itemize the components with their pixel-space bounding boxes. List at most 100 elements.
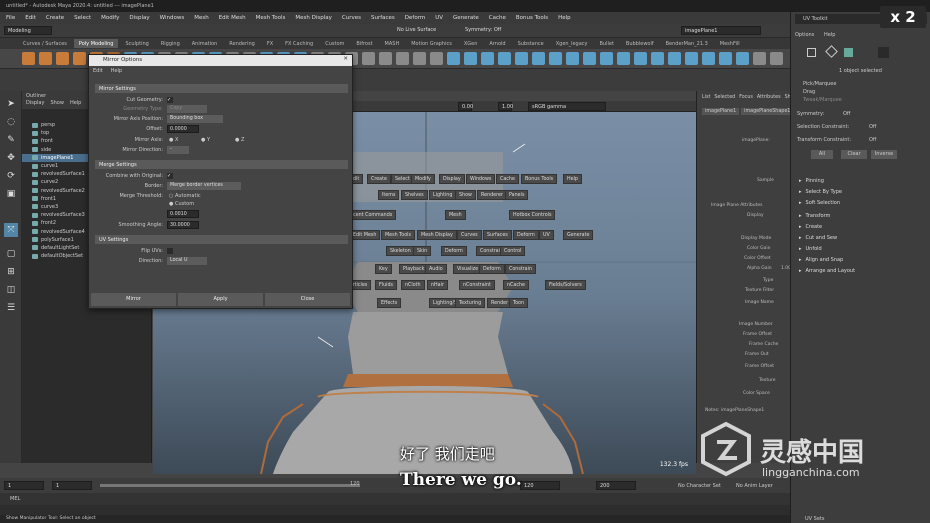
menu-bonus-tools[interactable]: Bonus Tools	[516, 15, 548, 21]
shelf-tool-icon[interactable]	[464, 52, 477, 65]
uv-settings-header[interactable]: UV Settings	[95, 235, 348, 244]
layout-single-icon[interactable]: ▢	[4, 247, 18, 261]
cut-geometry-checkbox[interactable]: ✓	[167, 97, 173, 103]
marking-menu-item[interactable]: Mesh Tools	[381, 230, 415, 240]
uv-section[interactable]: ▸ Cut and Sew	[799, 233, 923, 243]
shelf-tool-icon[interactable]	[532, 52, 545, 65]
shelf-tool-icon[interactable]	[56, 52, 69, 65]
shelf-tool-icon[interactable]	[600, 52, 613, 65]
uv-section[interactable]: ▸ Create	[799, 222, 923, 232]
shelf-tool-icon[interactable]	[396, 52, 409, 65]
marking-menu-item[interactable]: Skin	[413, 246, 432, 256]
shelf-tab[interactable]: Rendering	[224, 39, 260, 48]
gamma-dropdown[interactable]: sRGB gamma	[528, 102, 606, 111]
menu-generate[interactable]: Generate	[453, 15, 479, 21]
paint-tool-icon[interactable]: ✎	[4, 133, 18, 147]
shelf-tool-icon[interactable]	[498, 52, 511, 65]
menu-deform[interactable]: Deform	[405, 15, 425, 21]
uv-settings-icon[interactable]	[878, 47, 889, 58]
uv-shell-mode-icon[interactable]	[844, 48, 853, 57]
shelf-tool-icon[interactable]	[73, 52, 86, 65]
marking-menu-item[interactable]: Texturing	[455, 298, 486, 308]
marking-menu-item[interactable]: Toon	[509, 298, 529, 308]
marking-menu-item[interactable]: Create	[367, 174, 391, 184]
menu-modify[interactable]: Modify	[101, 15, 119, 21]
uv-section[interactable]: ▸ Select By Type	[799, 187, 923, 197]
menu-display[interactable]: Display	[129, 15, 149, 21]
marking-menu-item[interactable]: nHair	[427, 280, 448, 290]
uv-drag[interactable]: Drag	[803, 89, 815, 95]
uv-section[interactable]: ▸ Pinning	[799, 176, 923, 186]
shelf-tab[interactable]: Curves / Surfaces	[18, 39, 72, 48]
command-line[interactable]: MEL	[0, 493, 790, 505]
marking-menu-item[interactable]: Renderer	[477, 190, 507, 200]
uv-menu-options[interactable]: Options	[795, 32, 814, 38]
menu-uv[interactable]: UV	[435, 15, 443, 21]
marking-menu-item[interactable]: Help	[563, 174, 582, 184]
shelf-tab[interactable]: MeshFill	[715, 39, 745, 48]
marking-menu-item[interactable]: Audio	[425, 264, 447, 274]
shelf-tool-icon[interactable]	[617, 52, 630, 65]
shelf-tool-icon[interactable]	[447, 52, 460, 65]
attr-node-tab[interactable]: imagePlane1	[702, 108, 740, 115]
outliner-menu[interactable]: Show	[50, 100, 64, 106]
marking-menu-item[interactable]: Visualize	[453, 264, 483, 274]
outliner-menu[interactable]: Display	[26, 100, 44, 106]
search-input[interactable]: imagePlane1	[681, 26, 761, 35]
shelf-tab[interactable]: Bullet	[594, 39, 618, 48]
marking-menu-item[interactable]: Effects	[377, 298, 402, 308]
uv-select-mode-icon[interactable]	[807, 48, 816, 57]
marking-menu-item[interactable]: Generate	[563, 230, 594, 240]
shelf-tool-icon[interactable]	[566, 52, 579, 65]
marking-menu-item[interactable]: Deform	[441, 246, 467, 256]
menu-surfaces[interactable]: Surfaces	[371, 15, 395, 21]
layout-outliner-icon[interactable]: ☰	[4, 301, 18, 315]
uv-all-button[interactable]: All	[811, 150, 833, 159]
marking-menu-item[interactable]: Constrain	[505, 264, 536, 274]
shelf-tool-icon[interactable]	[379, 52, 392, 65]
threshold-field[interactable]: 0.0010	[167, 210, 199, 218]
uv-section[interactable]: ▸ Soft Selection	[799, 198, 923, 208]
mirror-menu-edit[interactable]: Edit	[93, 68, 103, 74]
time-slider[interactable]: 1 1 120 120 200 No Character Set No Anim…	[0, 478, 790, 493]
uv-section[interactable]: ▸ Transform	[799, 211, 923, 221]
automatic-radio[interactable]: ○ Automatic	[169, 193, 201, 199]
marking-menu-item[interactable]: Deform	[513, 230, 539, 240]
menu-windows[interactable]: Windows	[160, 15, 185, 21]
flip-uvs-checkbox[interactable]	[167, 248, 173, 254]
uv-vertex-mode-icon[interactable]	[825, 45, 838, 58]
shelf-tool-icon[interactable]	[549, 52, 562, 65]
scale-tool-icon[interactable]: ▣	[4, 187, 18, 201]
combine-checkbox[interactable]: ✓	[167, 173, 173, 179]
marking-menu-item[interactable]: Show	[455, 190, 476, 200]
uv-section[interactable]: ▸ Unfold	[799, 244, 923, 254]
shelf-tool-icon[interactable]	[22, 52, 35, 65]
range-end-field[interactable]: 120	[520, 481, 560, 490]
marking-menu-item[interactable]: Edit Mesh	[349, 230, 381, 240]
range-start-field[interactable]: 1	[52, 481, 92, 490]
marking-menu-item[interactable]: nCloth	[401, 280, 425, 290]
uv-selection-constraint-value[interactable]: Off	[869, 124, 876, 130]
marking-menu-item[interactable]: Shelves	[401, 190, 428, 200]
attr-menu[interactable]: Selected	[714, 95, 735, 100]
menu-mesh[interactable]: Mesh	[194, 15, 208, 21]
viewport-field-b[interactable]: 1.00	[498, 102, 513, 111]
shelf-tab[interactable]: Sculpting	[120, 39, 153, 48]
marking-menu-item[interactable]: Curves	[457, 230, 482, 240]
menu-cache[interactable]: Cache	[489, 15, 506, 21]
marking-menu-item[interactable]: Panels	[505, 190, 529, 200]
shelf-tab[interactable]: Bifrost	[351, 39, 377, 48]
range-slider[interactable]	[100, 484, 360, 487]
mirror-axis-y-radio[interactable]: ● Y	[201, 137, 210, 143]
shelf-tab[interactable]: Animation	[187, 39, 223, 48]
mirror-direction-dropdown[interactable]: -	[167, 146, 189, 154]
close-button[interactable]: Close	[265, 293, 350, 306]
offset-field[interactable]: 0.0000	[167, 125, 199, 133]
shelf-tool-icon[interactable]	[430, 52, 443, 65]
border-dropdown[interactable]: Merge border vertices	[167, 182, 241, 190]
marking-menu-item[interactable]: Fields/Solvers	[545, 280, 586, 290]
shelf-tool-icon[interactable]	[651, 52, 664, 65]
outliner-menu[interactable]: Help	[70, 100, 81, 106]
smoothing-field[interactable]: 30.0000	[167, 221, 199, 229]
attr-menu[interactable]: Attributes	[757, 95, 781, 100]
